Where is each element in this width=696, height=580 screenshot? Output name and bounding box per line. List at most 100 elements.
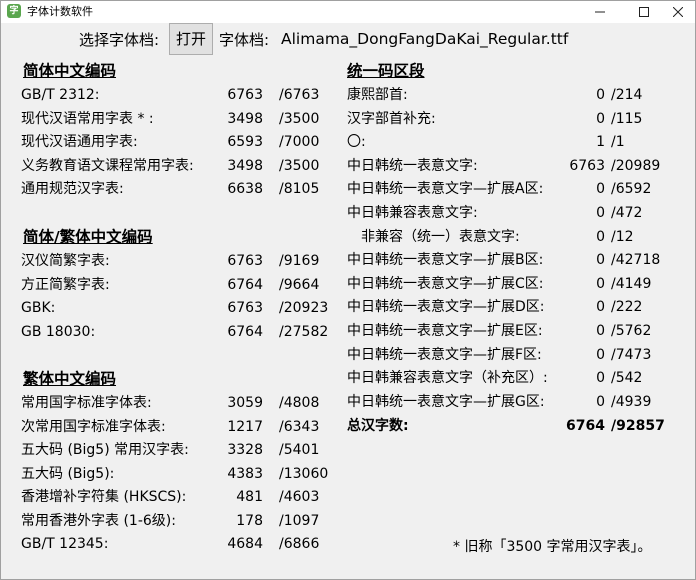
table-row: 汉仪简繁字表: 6763/9169 bbox=[21, 251, 349, 271]
table-row: 中日韩统一表意文字—扩展B区: 0/42718 bbox=[347, 250, 681, 270]
table-row: 五大码 (Big5): 4383/13060 bbox=[21, 464, 349, 484]
app-window: 字 字体计数软件 选择字体档: 打开 字体档: Alimama_DongFang… bbox=[0, 0, 696, 580]
row-total: /6343 bbox=[279, 418, 320, 435]
row-total: /1 bbox=[611, 134, 625, 151]
table-row: GBK: 6763/20923 bbox=[21, 298, 349, 318]
title-bar[interactable]: 字 字体计数软件 bbox=[1, 1, 695, 23]
row-count: 3498 bbox=[227, 157, 263, 174]
row-label: GB/T 2312: bbox=[21, 87, 100, 103]
row-label: GB/T 12345: bbox=[21, 536, 109, 552]
row-count: 0 bbox=[596, 323, 605, 339]
table-row: 中日韩统一表意文字—扩展A区: 0/6592 bbox=[347, 179, 681, 199]
row-label: 香港增补字符集 (HKSCS): bbox=[21, 489, 187, 505]
row-label: 次常用国字标准字体表: bbox=[21, 418, 166, 435]
row-label: 中日韩兼容表意文字: bbox=[347, 205, 478, 221]
font-file-name: Alimama_DongFangDaKai_Regular.ttf bbox=[281, 30, 569, 48]
row-total: /4939 bbox=[611, 393, 652, 410]
font-file-label: 字体档: bbox=[219, 31, 270, 49]
close-button[interactable] bbox=[661, 1, 695, 23]
row-label: 义务教育语文课程常用字表: bbox=[21, 157, 194, 174]
open-button[interactable]: 打开 bbox=[169, 23, 213, 55]
row-count: 6763 bbox=[227, 253, 263, 269]
row-total: /214 bbox=[611, 87, 643, 103]
row-count: 3059 bbox=[227, 395, 263, 411]
row-count: 0 bbox=[596, 181, 605, 198]
row-count: 1 bbox=[596, 134, 605, 151]
table-row: 汉字部首补充: 0/115 bbox=[347, 109, 681, 129]
row-label: 中日韩统一表意文字: bbox=[347, 157, 478, 174]
row-label: 通用规范汉字表: bbox=[21, 181, 124, 197]
row-total: /42718 bbox=[611, 252, 661, 269]
minimize-icon bbox=[595, 11, 605, 13]
section-title-mixed: 简体/繁体中文编码 bbox=[23, 228, 153, 246]
minimize-button[interactable] bbox=[583, 1, 617, 23]
table-row: GB/T 12345: 4684/6866 bbox=[21, 534, 349, 554]
row-total: /6763 bbox=[279, 87, 320, 103]
row-total: /9664 bbox=[279, 276, 320, 293]
row-total: /27582 bbox=[279, 323, 329, 340]
row-label: GB 18030: bbox=[21, 323, 96, 340]
row-total: /472 bbox=[611, 205, 643, 221]
table-row: 中日韩统一表意文字—扩展G区: 0/4939 bbox=[347, 392, 681, 412]
table-row: 中日韩统一表意文字—扩展E区: 0/5762 bbox=[347, 321, 681, 341]
table-row: GB/T 2312: 6763/6763 bbox=[21, 85, 349, 105]
row-label: 中日韩兼容表意文字（补充区）: bbox=[347, 370, 548, 387]
row-count: 3498 bbox=[227, 110, 263, 127]
maximize-button[interactable] bbox=[627, 1, 661, 23]
app-icon: 字 bbox=[7, 4, 21, 18]
row-label: 汉字部首补充: bbox=[347, 110, 436, 127]
row-label: 中日韩统一表意文字—扩展G区: bbox=[347, 393, 545, 410]
row-label: 中日韩统一表意文字—扩展F区: bbox=[347, 346, 542, 363]
row-label: 中日韩统一表意文字—扩展E区: bbox=[347, 323, 543, 339]
row-label: 方正简繁字表: bbox=[21, 276, 110, 293]
table-row: 中日韩统一表意文字—扩展C区: 0/4149 bbox=[347, 274, 681, 294]
row-total: /222 bbox=[611, 299, 643, 316]
section-title-traditional: 繁体中文编码 bbox=[23, 370, 117, 388]
row-total: /8105 bbox=[279, 181, 320, 197]
row-count: 1217 bbox=[227, 418, 263, 435]
row-label: 常用香港外字表 (1-6级): bbox=[21, 512, 176, 529]
table-row: 中日韩兼容表意文字（补充区）: 0/542 bbox=[347, 368, 681, 388]
row-label: 现代汉语常用字表 * : bbox=[21, 110, 154, 127]
window-title: 字体计数软件 bbox=[27, 5, 93, 18]
row-total: /12 bbox=[611, 228, 634, 245]
row-count: 4684 bbox=[227, 536, 263, 552]
row-total: /7000 bbox=[279, 134, 320, 150]
select-font-label: 选择字体档: bbox=[79, 31, 160, 49]
row-count: 0 bbox=[596, 370, 605, 387]
row-label: 中日韩统一表意文字—扩展A区: bbox=[347, 181, 544, 198]
row-count: 0 bbox=[596, 299, 605, 316]
summary-row: 总汉字数: 6764 /92857 bbox=[347, 416, 677, 436]
summary-count: 6764 bbox=[566, 418, 605, 434]
table-row: GB 18030: 6764/27582 bbox=[21, 322, 349, 342]
row-total: /4149 bbox=[611, 275, 652, 292]
table-row: 康熙部首: 0/214 bbox=[347, 85, 681, 105]
row-count: 0 bbox=[596, 393, 605, 410]
row-count: 6763 bbox=[227, 87, 263, 103]
section-title-unicode: 统一码区段 bbox=[347, 62, 425, 80]
row-total: /542 bbox=[611, 370, 643, 387]
row-count: 0 bbox=[596, 87, 605, 103]
row-total: /20923 bbox=[279, 300, 329, 316]
table-row: 非兼容（统一）表意文字: 0/12 bbox=[347, 227, 681, 247]
row-label: 康熙部首: bbox=[347, 87, 408, 103]
table-row: 中日韩统一表意文字—扩展F区: 0/7473 bbox=[347, 345, 681, 365]
close-icon bbox=[672, 6, 684, 18]
table-row: 〇: 1/1 bbox=[347, 132, 681, 152]
row-total: /5762 bbox=[611, 323, 652, 339]
row-total: /3500 bbox=[279, 110, 320, 127]
footnote: * 旧称「3500 字常用汉字表」。 bbox=[453, 539, 652, 555]
row-total: /1097 bbox=[279, 512, 320, 529]
row-label: 中日韩统一表意文字—扩展C区: bbox=[347, 275, 544, 292]
row-count: 6763 bbox=[569, 157, 605, 174]
table-row: 中日韩统一表意文字—扩展D区: 0/222 bbox=[347, 297, 681, 317]
row-count: 4383 bbox=[227, 465, 263, 482]
row-total: /20989 bbox=[611, 157, 661, 174]
table-row: 中日韩统一表意文字: 6763/20989 bbox=[347, 156, 681, 176]
row-label: 五大码 (Big5): bbox=[21, 465, 115, 482]
table-row: 中日韩兼容表意文字: 0/472 bbox=[347, 203, 681, 223]
row-count: 0 bbox=[596, 252, 605, 269]
table-row: 义务教育语文课程常用字表: 3498/3500 bbox=[21, 156, 349, 176]
row-count: 0 bbox=[596, 110, 605, 127]
row-total: /5401 bbox=[279, 442, 320, 458]
